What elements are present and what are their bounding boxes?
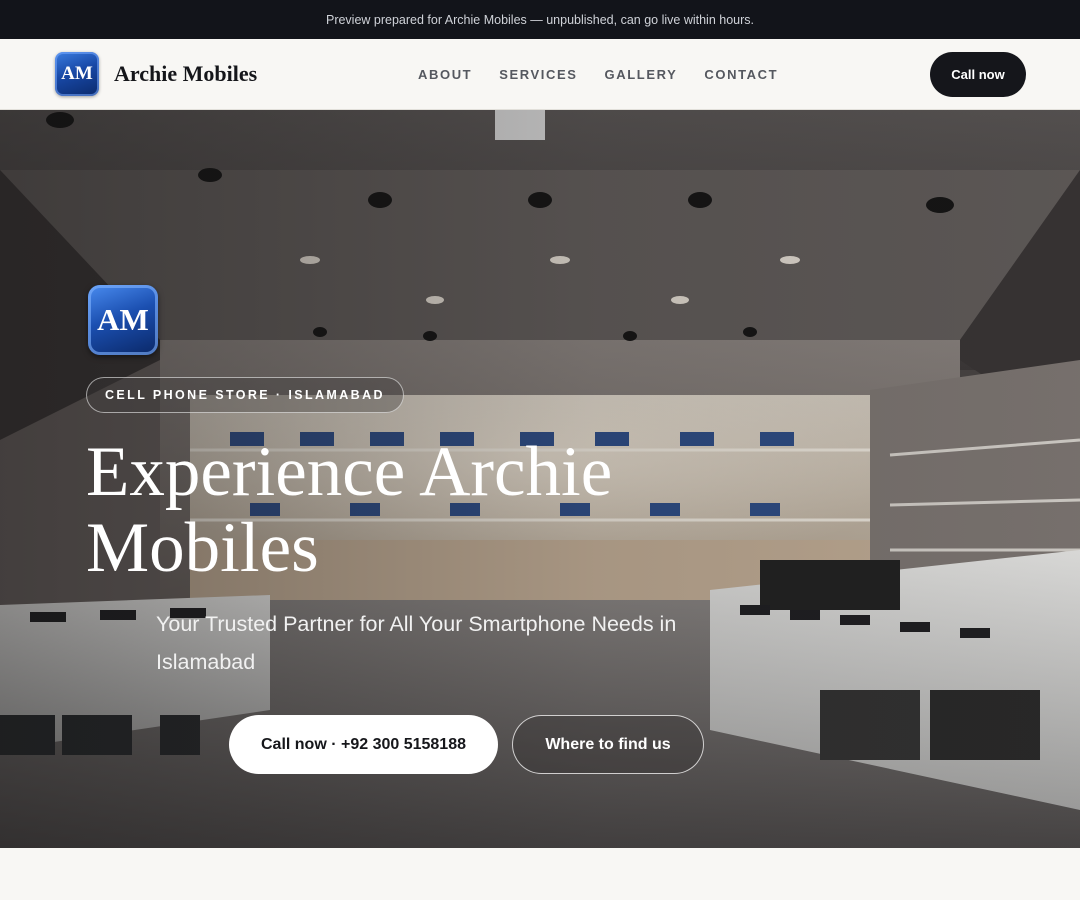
site-header: AM Archie Mobiles ABOUT SERVICES GALLERY… (0, 39, 1080, 110)
hero-logo-icon: AM (88, 285, 158, 355)
brand[interactable]: AM Archie Mobiles (55, 52, 257, 96)
call-now-button[interactable]: Call now · +92 300 5158188 (229, 715, 498, 774)
hero: AM CELL PHONE STORE · ISLAMABAD Experien… (0, 110, 1080, 848)
nav-contact[interactable]: CONTACT (704, 67, 778, 82)
main-nav: ABOUT SERVICES GALLERY CONTACT (418, 39, 805, 109)
header-call-button[interactable]: Call now (930, 52, 1026, 97)
brand-name: Archie Mobiles (114, 61, 258, 86)
preview-banner: Preview prepared for Archie Mobiles — un… (0, 0, 1080, 39)
logo-icon: AM (55, 52, 99, 96)
where-to-find-us-button[interactable]: Where to find us (512, 715, 704, 774)
nav-about[interactable]: ABOUT (418, 67, 472, 82)
nav-services[interactable]: SERVICES (499, 67, 577, 82)
hero-subtitle: Your Trusted Partner for All Your Smartp… (156, 612, 677, 674)
hero-eyebrow-badge: CELL PHONE STORE · ISLAMABAD (86, 377, 404, 413)
hero-title: Experience Archie Mobiles (86, 433, 613, 587)
preview-banner-text: Preview prepared for Archie Mobiles — un… (325, 12, 754, 27)
nav-gallery[interactable]: GALLERY (605, 67, 678, 82)
